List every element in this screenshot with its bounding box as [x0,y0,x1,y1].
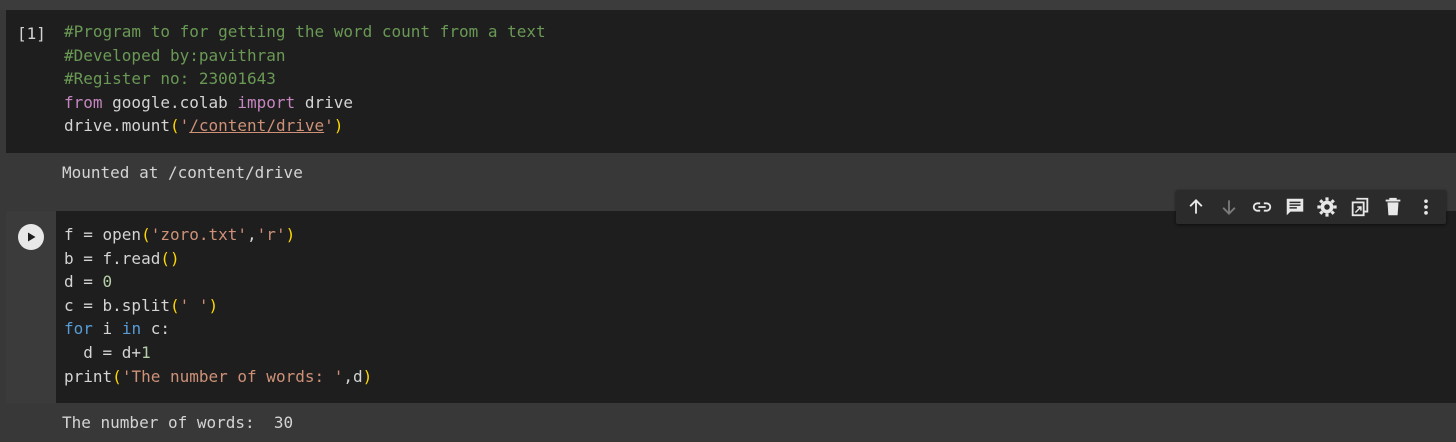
code-line-4: from google.colab import drive [64,92,353,112]
code-line-2: b = f.read() [64,248,180,268]
top-strip [0,0,1456,10]
arrow-up-icon [1189,199,1203,214]
code-line-7: print('The number of words: ',d) [64,366,373,386]
output-area-2: The number of words: 30 [6,403,1456,442]
code-line-6: d = d+1 [64,342,151,362]
code-line-5: drive.mount('/content/drive') [64,116,344,136]
code-line-5: for i in c: [64,319,170,339]
add-comment-button[interactable] [1281,193,1309,221]
mirror-cell-icon [1351,197,1369,217]
link-icon [1252,202,1272,212]
code-line-3: d = 0 [64,272,113,292]
code-editor[interactable]: #Program to for getting the word count f… [64,20,546,138]
cell-toolbar [1176,190,1446,224]
code-line-3: #Register no: 23001643 [64,69,276,89]
code-cell-2[interactable]: f = open('zoro.txt','r') b = f.read() d … [6,211,1456,403]
play-icon [28,232,36,242]
move-up-button[interactable] [1182,193,1210,221]
code-line-1: f = open('zoro.txt','r') [64,225,296,244]
run-cell-button[interactable] [18,224,44,250]
comment-icon [1286,198,1303,216]
trash-icon [1385,197,1401,216]
code-line-4: c = b.split(' ') [64,295,219,315]
delete-cell-button[interactable] [1379,193,1407,221]
cell-settings-button[interactable] [1313,193,1341,221]
copy-link-button[interactable] [1248,193,1276,221]
output-text: The number of words: 30 [62,413,294,432]
execution-count: [1] [17,24,46,43]
gear-icon [1317,197,1337,217]
arrow-down-icon [1222,200,1236,215]
cell-gutter [6,211,56,403]
code-cell-1[interactable]: [1] #Program to for getting the word cou… [6,10,1456,153]
move-down-button[interactable] [1215,193,1243,221]
code-line-2: #Developed by:pavithran [64,45,286,65]
more-actions-button[interactable] [1412,193,1440,221]
more-vert-icon [1423,199,1428,215]
mirror-cell-button[interactable] [1346,193,1374,221]
output-text: Mounted at /content/drive [62,163,303,182]
code-line-1: #Program to for getting the word count f… [64,22,546,41]
notebook-page: [1] #Program to for getting the word cou… [0,0,1456,442]
code-editor[interactable]: f = open('zoro.txt','r') b = f.read() d … [64,223,372,388]
